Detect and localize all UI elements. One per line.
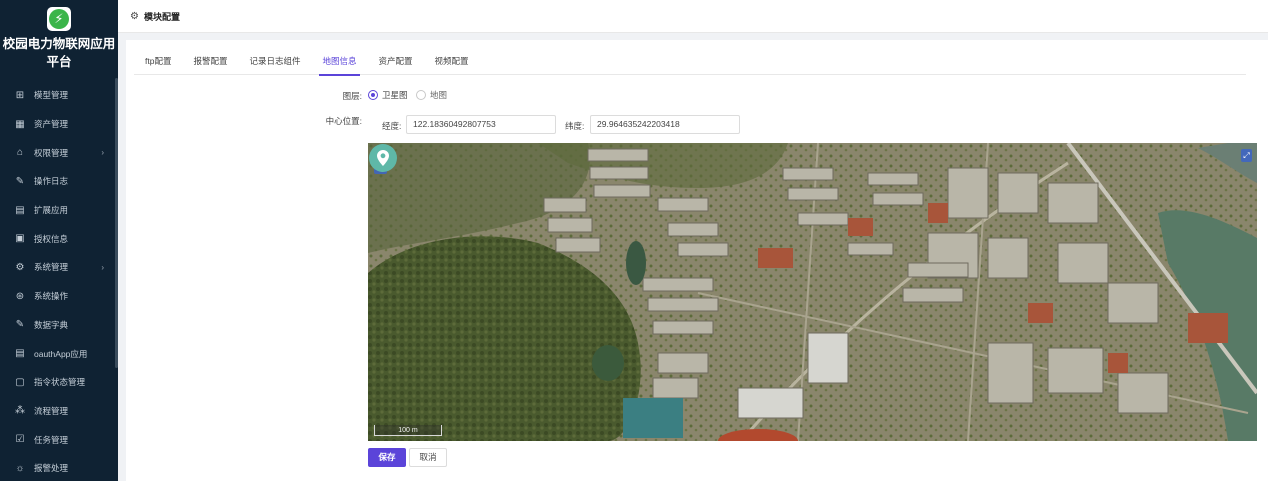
sidebar-item-label: oauthApp应用: [34, 348, 88, 359]
lng-label: 经度:: [382, 121, 402, 131]
lng-input[interactable]: 122.18360492807753: [406, 115, 556, 134]
radio-dot: [416, 90, 426, 100]
lat-input[interactable]: 29.964635242203418: [590, 115, 740, 134]
radio-map-label: 地图: [430, 90, 448, 100]
sidebar-item-label: 授权信息: [34, 233, 69, 244]
app-title: 校园电力物联网应用平台: [2, 37, 116, 69]
sidebar-item[interactable]: ⊞ 模型管理: [0, 81, 118, 110]
config-card: ftp配置 报警配置 记录日志组件 地图信息 资产配置 视频配置 图层: 卫星图 地图 中…: [126, 40, 1268, 481]
radio-dot: [368, 90, 378, 100]
clipboard-icon: ▤: [15, 348, 25, 360]
tab[interactable]: 记录日志组件: [238, 50, 311, 75]
task-icon: ☑: [15, 434, 25, 446]
edit-icon: ✎: [15, 175, 25, 187]
sidebar-item[interactable]: ⌂ 权限管理 ›: [0, 138, 118, 167]
sidebar-item-label: 流程管理: [34, 405, 69, 416]
sidebar-item[interactable]: ▢ 指令状态管理: [0, 368, 118, 397]
sidebar-item[interactable]: ▣ 授权信息: [0, 224, 118, 253]
tab[interactable]: 地图信息: [311, 50, 367, 76]
settings-icon: ⚙: [130, 10, 139, 22]
sidebar-item-label: 指令状态管理: [34, 377, 86, 388]
fullscreen-icon[interactable]: ⤢: [1241, 149, 1252, 162]
tab[interactable]: 报警配置: [182, 50, 238, 75]
edit-icon: ✎: [15, 319, 25, 331]
tab[interactable]: 视频配置: [424, 50, 480, 75]
grid-icon: ▦: [15, 118, 25, 130]
save-button[interactable]: 保存: [368, 448, 406, 467]
chevron-right-icon: ›: [101, 148, 104, 158]
sidebar: ⚡ 校园电力物联网应用平台 ⊞ 模型管理 ▦ 资产管理 ⌂ 权限管理 › ✎ 操作日志 ▤ 扩展应用…: [0, 0, 118, 481]
sidebar-item[interactable]: ▤ 扩展应用: [0, 196, 118, 225]
logo-wrap: ⚡: [0, 0, 118, 34]
page-header: ⚙ 模块配置: [118, 0, 1268, 33]
sidebar-item-label: 模型管理: [34, 90, 69, 101]
alarm-icon: ☼: [15, 462, 25, 474]
page-title: 模块配置: [143, 11, 180, 22]
sidebar-item-label: 资产管理: [34, 119, 69, 130]
center-label: 中心位置:: [325, 116, 362, 126]
sidebar-item-label: 权限管理: [34, 147, 69, 158]
layer-label: 图层:: [342, 91, 362, 101]
settings-icon: ⚙: [15, 261, 25, 273]
sidebar-item[interactable]: ⊛ 系统操作: [0, 282, 118, 311]
cancel-button[interactable]: 取消: [409, 448, 447, 467]
model-icon: ⊞: [15, 89, 25, 101]
sidebar-item-label: 系统管理: [34, 262, 69, 273]
map-scale: 100 m: [374, 425, 442, 436]
document-icon: ▣: [15, 233, 25, 245]
satellite-map[interactable]: + − ⤢ 100 m: [368, 143, 1257, 441]
tab[interactable]: ftp配置: [134, 50, 182, 75]
app-logo[interactable]: ⚡: [47, 7, 71, 31]
tab-bar: ftp配置 报警配置 记录日志组件 地图信息 资产配置 视频配置: [134, 50, 1246, 76]
location-pin-icon[interactable]: [368, 143, 398, 173]
nodes-icon: ⊛: [15, 290, 25, 302]
sidebar-item-label: 任务管理: [34, 434, 69, 445]
sidebar-item[interactable]: ☑ 任务管理: [0, 425, 118, 454]
sidebar-item-label: 报警处理: [34, 463, 69, 474]
chevron-right-icon: ›: [101, 262, 104, 272]
sidebar-item[interactable]: ⚙ 系统管理 ›: [0, 253, 118, 282]
sidebar-item-label: 系统操作: [34, 291, 69, 302]
sidebar-menu: ⊞ 模型管理 ▦ 资产管理 ⌂ 权限管理 › ✎ 操作日志 ▤ 扩展应用 ▣ 授权信息 ⚙ 系统管理 › ⊛ 系统…: [0, 81, 118, 481]
sidebar-item-label: 数据字典: [34, 319, 69, 330]
sidebar-item[interactable]: ▤ oauthApp应用: [0, 339, 118, 368]
tab[interactable]: 资产配置: [368, 50, 424, 75]
lock-icon: ⌂: [16, 147, 24, 159]
map-imagery: [368, 143, 1257, 441]
sidebar-item[interactable]: ✎ 数据字典: [0, 311, 118, 340]
sidebar-item-label: 扩展应用: [34, 205, 69, 216]
sidebar-scrollbar[interactable]: [115, 78, 118, 368]
clipboard-icon: ▤: [15, 204, 25, 216]
sidebar-item[interactable]: ✎ 操作日志: [0, 167, 118, 196]
lightning-leaf-icon: ⚡: [49, 9, 69, 29]
flow-icon: ⁂: [15, 405, 25, 417]
sidebar-item[interactable]: ▦ 资产管理: [0, 110, 118, 139]
radio-satellite[interactable]: 卫星图: [368, 89, 408, 101]
radio-satellite-label: 卫星图: [382, 90, 408, 100]
radio-map[interactable]: 地图: [416, 89, 447, 101]
sidebar-item[interactable]: ⁂ 流程管理: [0, 397, 118, 426]
lat-label: 纬度:: [565, 121, 585, 131]
sidebar-item-label: 操作日志: [34, 176, 69, 187]
sidebar-item[interactable]: ☼ 报警处理: [0, 454, 118, 481]
command-icon: ▢: [15, 376, 25, 388]
